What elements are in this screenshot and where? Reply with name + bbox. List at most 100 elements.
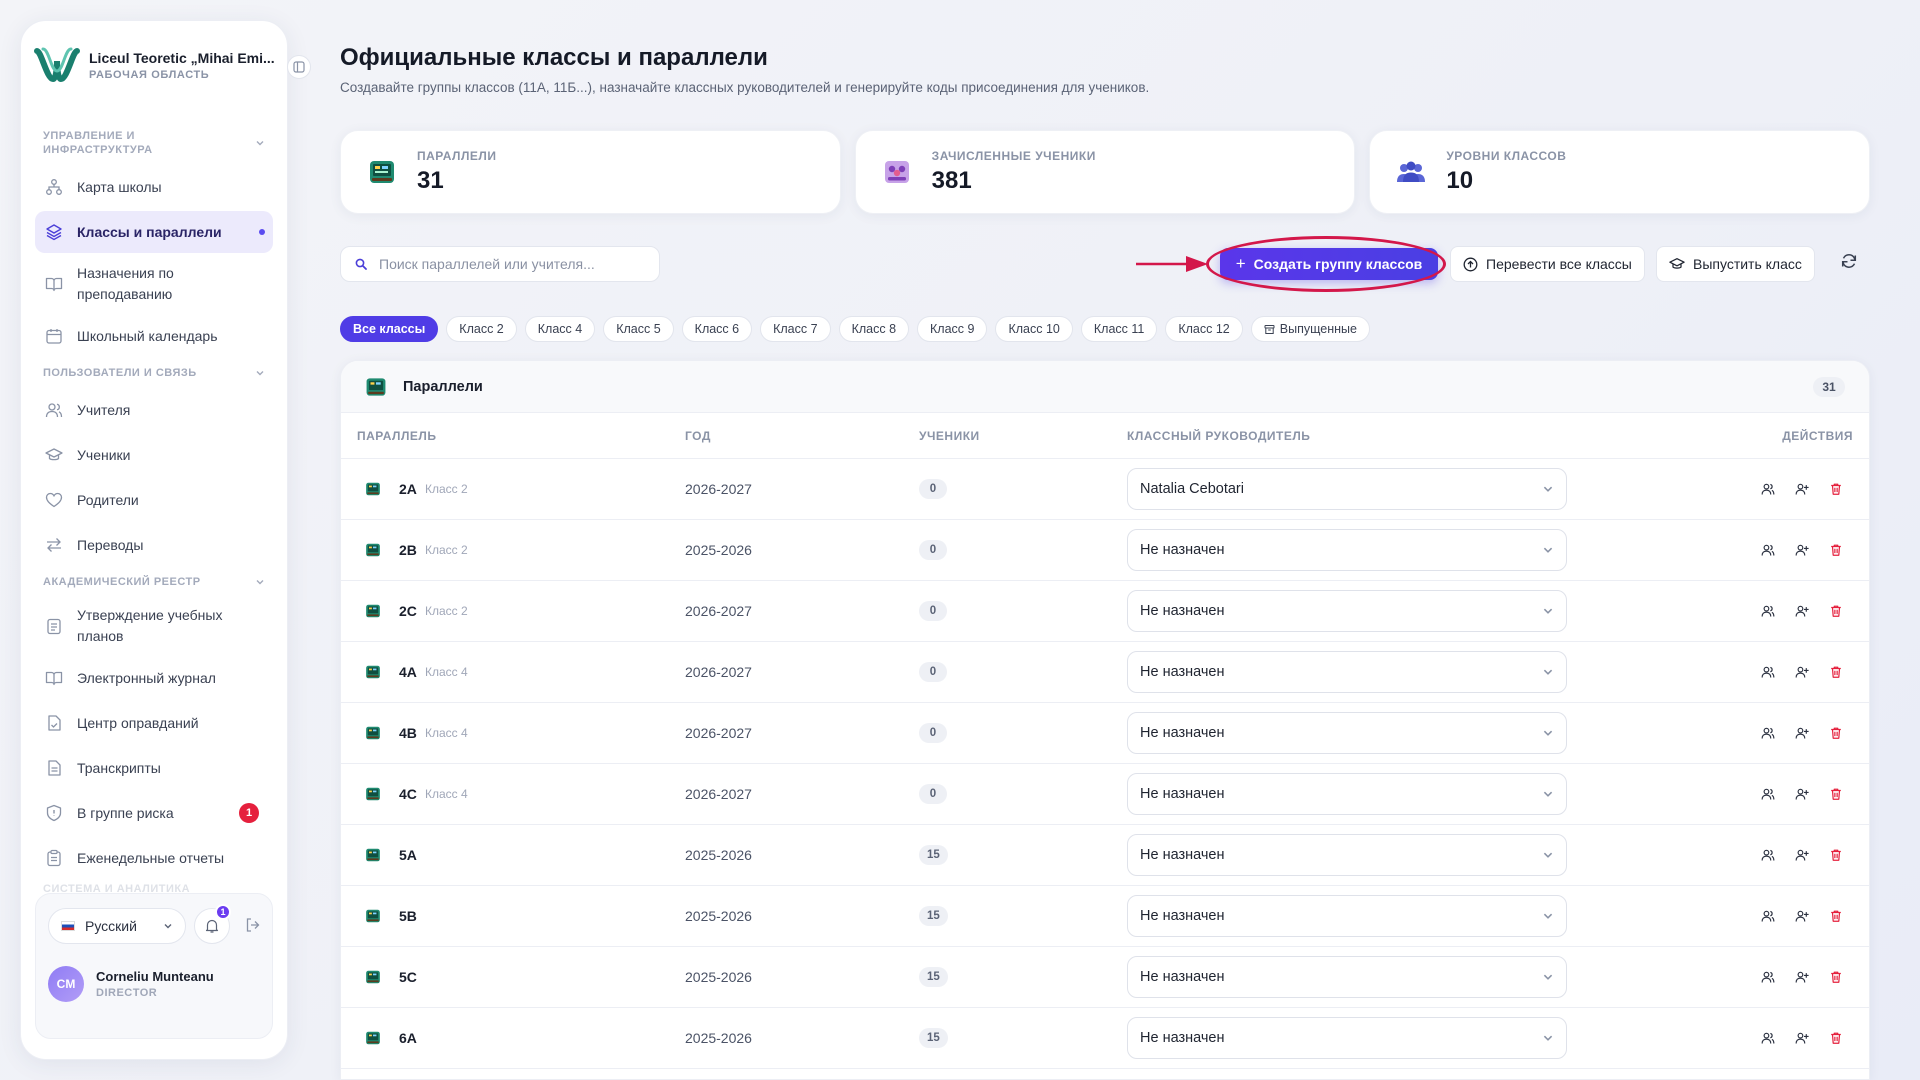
sidebar-item-transcripts[interactable]: Транскрипты <box>35 747 273 789</box>
homeroom-teacher-select[interactable]: Не назначен <box>1127 956 1567 998</box>
sidebar-item-transfers[interactable]: Переводы <box>35 524 273 566</box>
add-student-icon[interactable] <box>1795 665 1809 679</box>
delete-icon[interactable] <box>1829 1031 1843 1045</box>
view-students-icon[interactable] <box>1761 909 1775 923</box>
filter-chip-grade-8[interactable]: Класс 8 <box>838 316 910 342</box>
view-students-icon[interactable] <box>1761 726 1775 740</box>
workspace-header[interactable]: Liceul Teoretic „Mihai Emi... РАБОЧАЯ ОБ… <box>33 37 275 93</box>
sidebar-item-curriculum-approval[interactable]: Утверждение учебных планов <box>35 598 273 654</box>
homeroom-teacher-select[interactable]: Не назначен <box>1127 529 1567 571</box>
parallel-name[interactable]: 5C <box>399 969 417 985</box>
table-row[interactable]: 2A Класс 2 2026-2027 0 Natalia Cebotari <box>341 459 1869 520</box>
add-student-icon[interactable] <box>1795 848 1809 862</box>
promote-all-classes-button[interactable]: Перевести все классы <box>1450 246 1645 282</box>
sidebar-item-e-journal[interactable]: Электронный журнал <box>35 657 273 699</box>
view-students-icon[interactable] <box>1761 543 1775 557</box>
table-row[interactable]: 6A 2025-2026 15 Не назначен <box>341 1008 1869 1069</box>
add-student-icon[interactable] <box>1795 482 1809 496</box>
view-students-icon[interactable] <box>1761 604 1775 618</box>
parallel-name[interactable]: 4B <box>399 725 417 741</box>
homeroom-teacher-select[interactable]: Не назначен <box>1127 590 1567 632</box>
parallel-name[interactable]: 6A <box>399 1030 417 1046</box>
filter-chip-graduated[interactable]: Выпущенные <box>1250 316 1370 342</box>
view-students-icon[interactable] <box>1761 665 1775 679</box>
parallel-name[interactable]: 2C <box>399 603 417 619</box>
nav-section-management[interactable]: УПРАВЛЕНИЕ И ИНФРАСТРУКТУРА <box>35 125 273 163</box>
filter-chip-grade-5[interactable]: Класс 5 <box>603 316 674 342</box>
homeroom-teacher-select[interactable]: Natalia Cebotari <box>1127 468 1567 510</box>
notifications-button[interactable]: 1 <box>194 904 231 944</box>
delete-icon[interactable] <box>1829 726 1843 740</box>
add-student-icon[interactable] <box>1795 787 1809 801</box>
filter-chip-grade-7[interactable]: Класс 7 <box>760 316 831 342</box>
nav-section-users[interactable]: ПОЛЬЗОВАТЕЛИ И СВЯЗЬ <box>35 360 273 386</box>
homeroom-teacher-select[interactable]: Не назначен <box>1127 895 1567 937</box>
add-student-icon[interactable] <box>1795 909 1809 923</box>
homeroom-teacher-select[interactable]: Не назначен <box>1127 712 1567 754</box>
parallel-name[interactable]: 4A <box>399 664 417 680</box>
add-student-icon[interactable] <box>1795 543 1809 557</box>
sidebar-item-calendar[interactable]: Школьный календарь <box>35 315 273 357</box>
parallel-name[interactable]: 2B <box>399 542 417 558</box>
table-row[interactable]: 4B Класс 4 2026-2027 0 Не назначен <box>341 703 1869 764</box>
sidebar-item-school-map[interactable]: Карта школы <box>35 166 273 208</box>
delete-icon[interactable] <box>1829 665 1843 679</box>
graduate-class-button[interactable]: Выпустить класс <box>1656 246 1815 282</box>
filter-chip-grade-11[interactable]: Класс 11 <box>1080 316 1158 342</box>
column-header-year[interactable]: ГОД <box>685 429 711 443</box>
view-students-icon[interactable] <box>1761 1031 1775 1045</box>
sidebar-item-teaching-assignments[interactable]: Назначения по преподаванию <box>35 256 273 312</box>
parallel-name[interactable]: 5A <box>399 847 417 863</box>
parallel-name[interactable]: 4C <box>399 786 417 802</box>
sidebar-item-teachers[interactable]: Учителя <box>35 389 273 431</box>
sidebar-item-excuses-center[interactable]: Центр оправданий <box>35 702 273 744</box>
homeroom-teacher-select[interactable]: Не назначен <box>1127 773 1567 815</box>
homeroom-teacher-select[interactable]: Не назначен <box>1127 651 1567 693</box>
nav-section-academic[interactable]: АКАДЕМИЧЕСКИЙ РЕЕСТР <box>35 569 273 595</box>
filter-chip-grade-12[interactable]: Класс 12 <box>1165 316 1243 342</box>
column-header-teacher[interactable]: КЛАССНЫЙ РУКОВОДИТЕЛЬ <box>1127 429 1310 443</box>
table-row[interactable]: 4C Класс 4 2026-2027 0 Не назначен <box>341 764 1869 825</box>
delete-icon[interactable] <box>1829 909 1843 923</box>
language-selector[interactable]: Русский <box>48 908 186 944</box>
filter-chip-grade-4[interactable]: Класс 4 <box>524 316 596 342</box>
add-student-icon[interactable] <box>1795 970 1809 984</box>
delete-icon[interactable] <box>1829 543 1843 557</box>
sidebar-item-parents[interactable]: Родители <box>35 479 273 521</box>
homeroom-teacher-select[interactable]: Не назначен <box>1127 834 1567 876</box>
filter-chip-grade-6[interactable]: Класс 6 <box>681 316 753 342</box>
delete-icon[interactable] <box>1829 970 1843 984</box>
column-header-students[interactable]: УЧЕНИКИ <box>919 429 980 443</box>
sidebar-item-weekly-reports[interactable]: Еженедельные отчеты <box>35 837 273 879</box>
filter-chip-grade-2[interactable]: Класс 2 <box>446 316 517 342</box>
sidebar-item-classes[interactable]: Классы и параллели <box>35 211 273 253</box>
table-row[interactable]: 5C 2025-2026 15 Не назначен <box>341 947 1869 1008</box>
sidebar-collapse-button[interactable] <box>287 55 311 79</box>
homeroom-teacher-select[interactable]: Не назначен <box>1127 1017 1567 1059</box>
filter-chip-grade-10[interactable]: Класс 10 <box>995 316 1073 342</box>
parallel-name[interactable]: 2A <box>399 481 417 497</box>
view-students-icon[interactable] <box>1761 970 1775 984</box>
refresh-button[interactable] <box>1840 252 1858 270</box>
table-row[interactable]: 4A Класс 4 2026-2027 0 Не назначен <box>341 642 1869 703</box>
sidebar-item-students[interactable]: Ученики <box>35 434 273 476</box>
sidebar-item-at-risk[interactable]: В группе риска 1 <box>35 792 273 834</box>
view-students-icon[interactable] <box>1761 787 1775 801</box>
table-row[interactable]: 5A 2025-2026 15 Не назначен <box>341 825 1869 886</box>
add-student-icon[interactable] <box>1795 1031 1809 1045</box>
delete-icon[interactable] <box>1829 848 1843 862</box>
delete-icon[interactable] <box>1829 787 1843 801</box>
view-students-icon[interactable] <box>1761 482 1775 496</box>
filter-chip-all[interactable]: Все классы <box>340 316 439 342</box>
view-students-icon[interactable] <box>1761 848 1775 862</box>
table-row[interactable]: 2B Класс 2 2025-2026 0 Не назначен <box>341 520 1869 581</box>
table-row[interactable]: 5B 2025-2026 15 Не назначен <box>341 886 1869 947</box>
delete-icon[interactable] <box>1829 482 1843 496</box>
table-row[interactable]: 2C Класс 2 2026-2027 0 Не назначен <box>341 581 1869 642</box>
add-student-icon[interactable] <box>1795 726 1809 740</box>
parallel-name[interactable]: 5B <box>399 908 417 924</box>
search-input[interactable]: Поиск параллелей или учителя... <box>340 246 660 282</box>
add-student-icon[interactable] <box>1795 604 1809 618</box>
current-user[interactable]: CM Corneliu Munteanu DIRECTOR <box>48 966 214 1002</box>
column-header-parallel[interactable]: ПАРАЛЛЕЛЬ <box>357 429 436 443</box>
